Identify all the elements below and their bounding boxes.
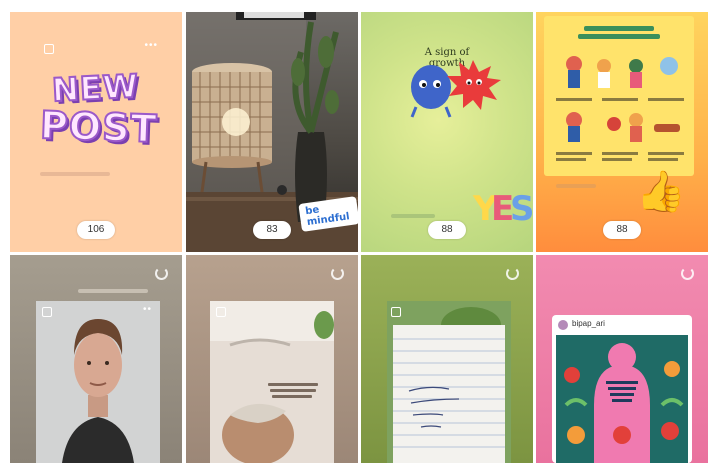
story-tile-poster[interactable]: 👍 88 xyxy=(536,12,708,252)
story-tile-lamp[interactable]: be mindful 83 xyxy=(186,12,358,252)
story-icon xyxy=(44,44,54,54)
story-grid: ••• NEW POST 106 be mindful 83 A sign of… xyxy=(10,12,708,463)
thumbs-up-icon: 👍 xyxy=(636,170,686,214)
story-icon xyxy=(42,307,52,317)
floral-illustration xyxy=(556,335,688,463)
caption-blur xyxy=(556,184,596,188)
growth-illustration: Y E S xyxy=(391,60,533,229)
shared-post-card: bipap_ari xyxy=(552,315,692,463)
view-count-badge: 83 xyxy=(253,221,291,239)
story-tile-notebook[interactable] xyxy=(361,255,533,463)
view-count-badge: 88 xyxy=(428,221,466,239)
story-tile-illustration[interactable]: bipap_ari xyxy=(536,255,708,463)
view-count-badge: 106 xyxy=(77,221,115,239)
notebook-photo xyxy=(387,301,511,463)
story-tile-shower[interactable] xyxy=(186,255,358,463)
poster-image xyxy=(544,16,694,176)
poster-illustrations xyxy=(556,26,684,161)
portrait-photo xyxy=(36,301,160,463)
more-icon: ••• xyxy=(144,40,158,51)
view-count-badge: 88 xyxy=(603,221,641,239)
post-word: POST xyxy=(38,102,159,152)
loading-ring-icon xyxy=(681,267,694,280)
story-tile-portrait[interactable]: •• xyxy=(10,255,182,463)
story-tile-new-post[interactable]: ••• NEW POST 106 xyxy=(10,12,182,252)
svg-text:S: S xyxy=(510,189,533,229)
account-name: bipap_ari xyxy=(572,319,605,328)
story-icon xyxy=(391,307,401,317)
story-tile-growth[interactable]: A sign of growth Y E S 88 xyxy=(361,12,533,252)
more-icon: •• xyxy=(142,304,152,315)
story-icon xyxy=(216,307,226,317)
avatar xyxy=(558,320,568,330)
caption-blur xyxy=(40,172,110,176)
shower-photo xyxy=(210,301,334,463)
